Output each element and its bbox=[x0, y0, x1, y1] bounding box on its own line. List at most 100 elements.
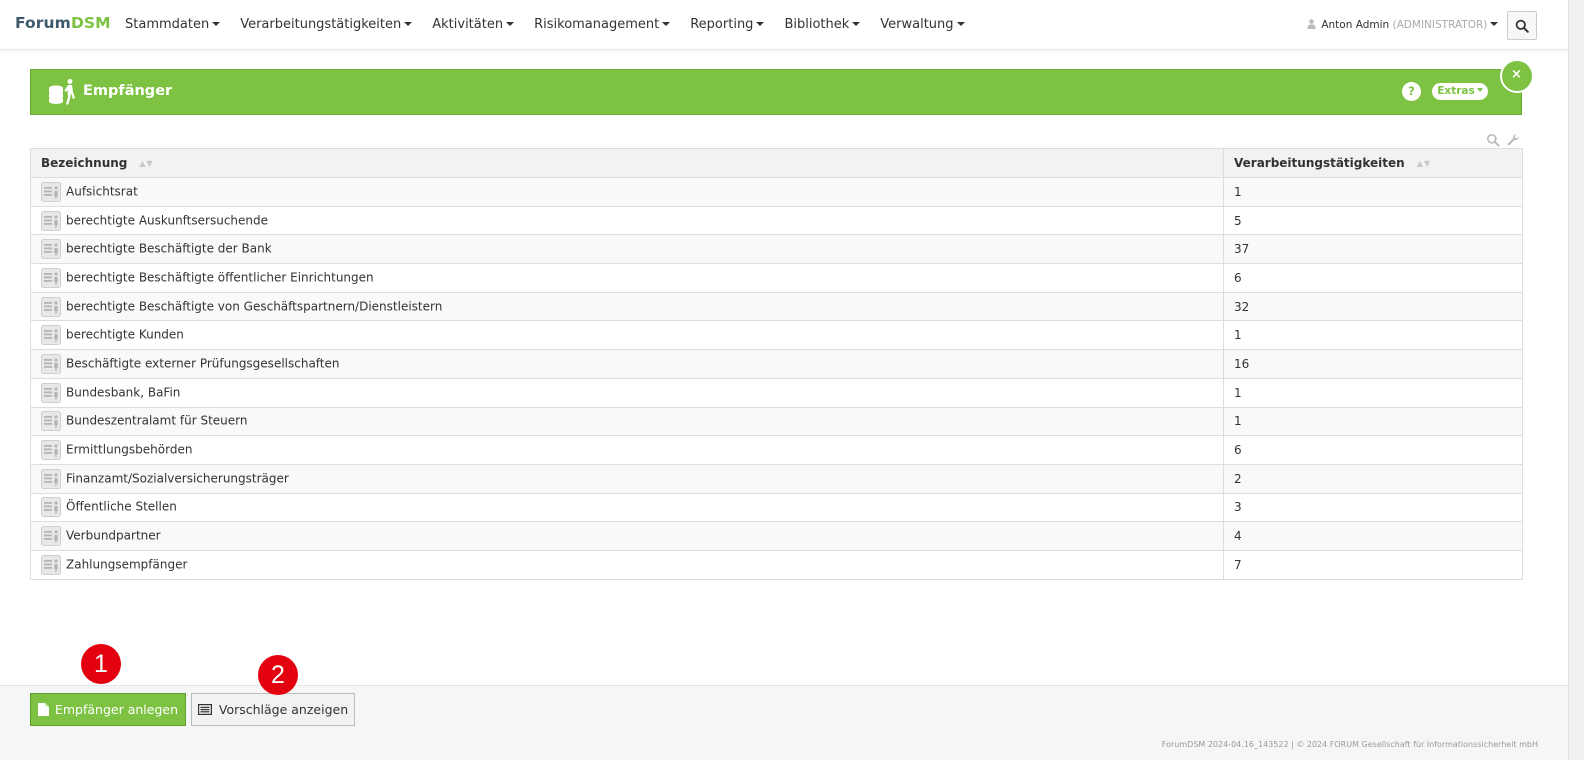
menu-verwaltung[interactable]: Verwaltung bbox=[870, 0, 974, 50]
cell-bezeichnung[interactable]: berechtigte Auskunftsersuchende bbox=[30, 205, 1224, 236]
table-row[interactable]: Bundeszentralamt für Steuern 1 bbox=[30, 406, 1523, 437]
cell-verarbeitungstaetigkeiten[interactable]: 32 bbox=[1223, 291, 1523, 322]
table-row[interactable]: berechtigte Auskunftsersuchende 5 bbox=[30, 205, 1523, 236]
scrollbar[interactable] bbox=[1568, 0, 1584, 760]
processing-count: 6 bbox=[1234, 443, 1242, 458]
cell-verarbeitungstaetigkeiten[interactable]: 1 bbox=[1223, 177, 1523, 207]
brand-part-forum: Forum bbox=[15, 14, 71, 32]
menu-aktivitaeten[interactable]: Aktivitäten bbox=[422, 0, 524, 50]
cell-bezeichnung[interactable]: berechtigte Beschäftigte von Geschäftspa… bbox=[30, 291, 1224, 322]
brand-part-dsm: DSM bbox=[70, 14, 111, 32]
recipient-name: berechtigte Beschäftigte der Bank bbox=[66, 241, 272, 256]
recipient-row-icon bbox=[41, 411, 61, 432]
table-row[interactable]: berechtigte Beschäftigte öffentlicher Ei… bbox=[30, 263, 1523, 293]
menu-reporting[interactable]: Reporting bbox=[680, 0, 774, 50]
caret-down-icon bbox=[212, 22, 221, 26]
extras-label: Extras bbox=[1437, 85, 1475, 97]
recipient-name: Bundesbank, BaFin bbox=[66, 385, 181, 400]
cell-bezeichnung[interactable]: Ermittlungsbehörden bbox=[30, 435, 1224, 465]
cell-bezeichnung[interactable]: Aufsichtsrat bbox=[30, 177, 1224, 207]
processing-count: 1 bbox=[1234, 385, 1242, 400]
table-row[interactable]: Öffentliche Stellen 3 bbox=[30, 492, 1523, 523]
table-row[interactable]: berechtigte Beschäftigte der Bank 37 bbox=[30, 234, 1523, 265]
cell-verarbeitungstaetigkeiten[interactable]: 3 bbox=[1223, 492, 1523, 523]
sort-icon: ▲▼ bbox=[1416, 159, 1432, 168]
caret-down-icon bbox=[662, 22, 671, 26]
search-icon bbox=[1515, 19, 1529, 33]
column-label: Bezeichnung bbox=[41, 156, 128, 170]
table-row[interactable]: Bundesbank, BaFin 1 bbox=[30, 377, 1523, 408]
cell-bezeichnung[interactable]: berechtigte Beschäftigte öffentlicher Ei… bbox=[30, 263, 1224, 293]
user-menu[interactable]: Anton Admin (ADMINISTRATOR) bbox=[1307, 0, 1499, 50]
table-search-icon[interactable] bbox=[1486, 133, 1500, 147]
table-row[interactable]: Verbundpartner 4 bbox=[30, 521, 1523, 551]
processing-count: 6 bbox=[1234, 270, 1242, 285]
table-row[interactable]: Aufsichtsrat 1 bbox=[30, 177, 1523, 207]
recipients-table: Bezeichnung ▲▼ Verarbeitungstätigkeiten ▲▼… bbox=[30, 148, 1523, 580]
cell-verarbeitungstaetigkeiten[interactable]: 1 bbox=[1223, 320, 1523, 351]
column-header-verarbeitungstaetigkeiten[interactable]: Verarbeitungstätigkeiten ▲▼ bbox=[1223, 148, 1523, 178]
processing-count: 1 bbox=[1234, 328, 1242, 343]
cell-bezeichnung[interactable]: Zahlungsempfänger bbox=[30, 549, 1224, 580]
cell-bezeichnung[interactable]: Finanzamt/Sozialversicherungsträger bbox=[30, 463, 1224, 494]
cell-bezeichnung[interactable]: Öffentliche Stellen bbox=[30, 492, 1224, 523]
cell-bezeichnung[interactable]: berechtigte Kunden bbox=[30, 320, 1224, 351]
cell-verarbeitungstaetigkeiten[interactable]: 7 bbox=[1223, 549, 1523, 580]
recipient-name: Beschäftigte externer Prüfungsgesellscha… bbox=[66, 356, 340, 371]
caret-down-icon bbox=[1490, 22, 1499, 26]
close-icon: × bbox=[1511, 67, 1522, 82]
menu-bibliothek[interactable]: Bibliothek bbox=[774, 0, 870, 50]
cell-bezeichnung[interactable]: Verbundpartner bbox=[30, 521, 1224, 551]
cell-verarbeitungstaetigkeiten[interactable]: 5 bbox=[1223, 205, 1523, 236]
cell-verarbeitungstaetigkeiten[interactable]: 16 bbox=[1223, 349, 1523, 379]
table-row[interactable]: Finanzamt/Sozialversicherungsträger 2 bbox=[30, 463, 1523, 494]
cell-verarbeitungstaetigkeiten[interactable]: 6 bbox=[1223, 263, 1523, 293]
callout-marker-1: 1 bbox=[81, 644, 121, 684]
search-button[interactable] bbox=[1507, 11, 1537, 40]
show-suggestions-button[interactable]: Vorschläge anzeigen bbox=[191, 693, 355, 726]
cell-verarbeitungstaetigkeiten[interactable]: 37 bbox=[1223, 234, 1523, 265]
extras-button[interactable]: Extras bbox=[1432, 83, 1488, 100]
table-row[interactable]: Zahlungsempfänger 7 bbox=[30, 549, 1523, 580]
help-button[interactable]: ? bbox=[1402, 82, 1421, 101]
recipient-name: berechtigte Beschäftigte von Geschäftspa… bbox=[66, 299, 443, 314]
main-menu: Stammdaten Verarbeitungstätigkeiten Akti… bbox=[115, 0, 975, 50]
cell-bezeichnung[interactable]: Bundeszentralamt für Steuern bbox=[30, 406, 1224, 437]
sort-icon: ▲▼ bbox=[139, 159, 154, 168]
close-button[interactable]: × bbox=[1500, 59, 1534, 93]
cell-verarbeitungstaetigkeiten[interactable]: 1 bbox=[1223, 377, 1523, 408]
create-recipient-button[interactable]: Empfänger anlegen bbox=[30, 693, 186, 726]
menu-verarbeitungstaetigkeiten[interactable]: Verarbeitungstätigkeiten bbox=[230, 0, 422, 50]
cell-verarbeitungstaetigkeiten[interactable]: 6 bbox=[1223, 435, 1523, 465]
brand-logo[interactable]: ForumDSM bbox=[15, 14, 111, 32]
menu-label: Risikomanagement bbox=[534, 17, 660, 32]
caret-down-icon bbox=[1476, 88, 1483, 92]
table-row[interactable]: Beschäftigte externer Prüfungsgesellscha… bbox=[30, 349, 1523, 379]
table-row[interactable]: berechtigte Kunden 1 bbox=[30, 320, 1523, 351]
copyright-text: © 2024 FORUM Gesellschaft für Informatio… bbox=[1296, 740, 1538, 749]
table-row[interactable]: berechtigte Beschäftigte von Geschäftspa… bbox=[30, 291, 1523, 322]
recipient-row-icon bbox=[41, 353, 61, 374]
cell-bezeichnung[interactable]: berechtigte Beschäftigte der Bank bbox=[30, 234, 1224, 265]
wrench-icon[interactable] bbox=[1506, 133, 1520, 147]
column-header-bezeichnung[interactable]: Bezeichnung ▲▼ bbox=[30, 148, 1224, 178]
new-file-icon bbox=[37, 703, 49, 716]
recipient-row-icon bbox=[41, 239, 61, 260]
user-icon bbox=[1307, 19, 1316, 29]
cell-verarbeitungstaetigkeiten[interactable]: 4 bbox=[1223, 521, 1523, 551]
table-row[interactable]: Ermittlungsbehörden 6 bbox=[30, 435, 1523, 465]
table-body: Aufsichtsrat 1 berechtigte Auskunftsersuch… bbox=[30, 177, 1523, 580]
menu-stammdaten[interactable]: Stammdaten bbox=[115, 0, 230, 50]
recipient-row-icon bbox=[41, 296, 61, 317]
version-text: ForumDSM 2024-04.16_143522 bbox=[1161, 740, 1289, 749]
cell-verarbeitungstaetigkeiten[interactable]: 2 bbox=[1223, 463, 1523, 494]
menu-risikomanagement[interactable]: Risikomanagement bbox=[524, 0, 680, 50]
recipient-name: Aufsichtsrat bbox=[66, 184, 138, 199]
recipient-icon bbox=[49, 79, 75, 105]
caret-down-icon bbox=[404, 22, 413, 26]
cell-bezeichnung[interactable]: Beschäftigte externer Prüfungsgesellscha… bbox=[30, 349, 1224, 379]
caret-down-icon bbox=[956, 22, 965, 26]
recipient-row-icon bbox=[41, 497, 61, 518]
cell-bezeichnung[interactable]: Bundesbank, BaFin bbox=[30, 377, 1224, 408]
cell-verarbeitungstaetigkeiten[interactable]: 1 bbox=[1223, 406, 1523, 437]
